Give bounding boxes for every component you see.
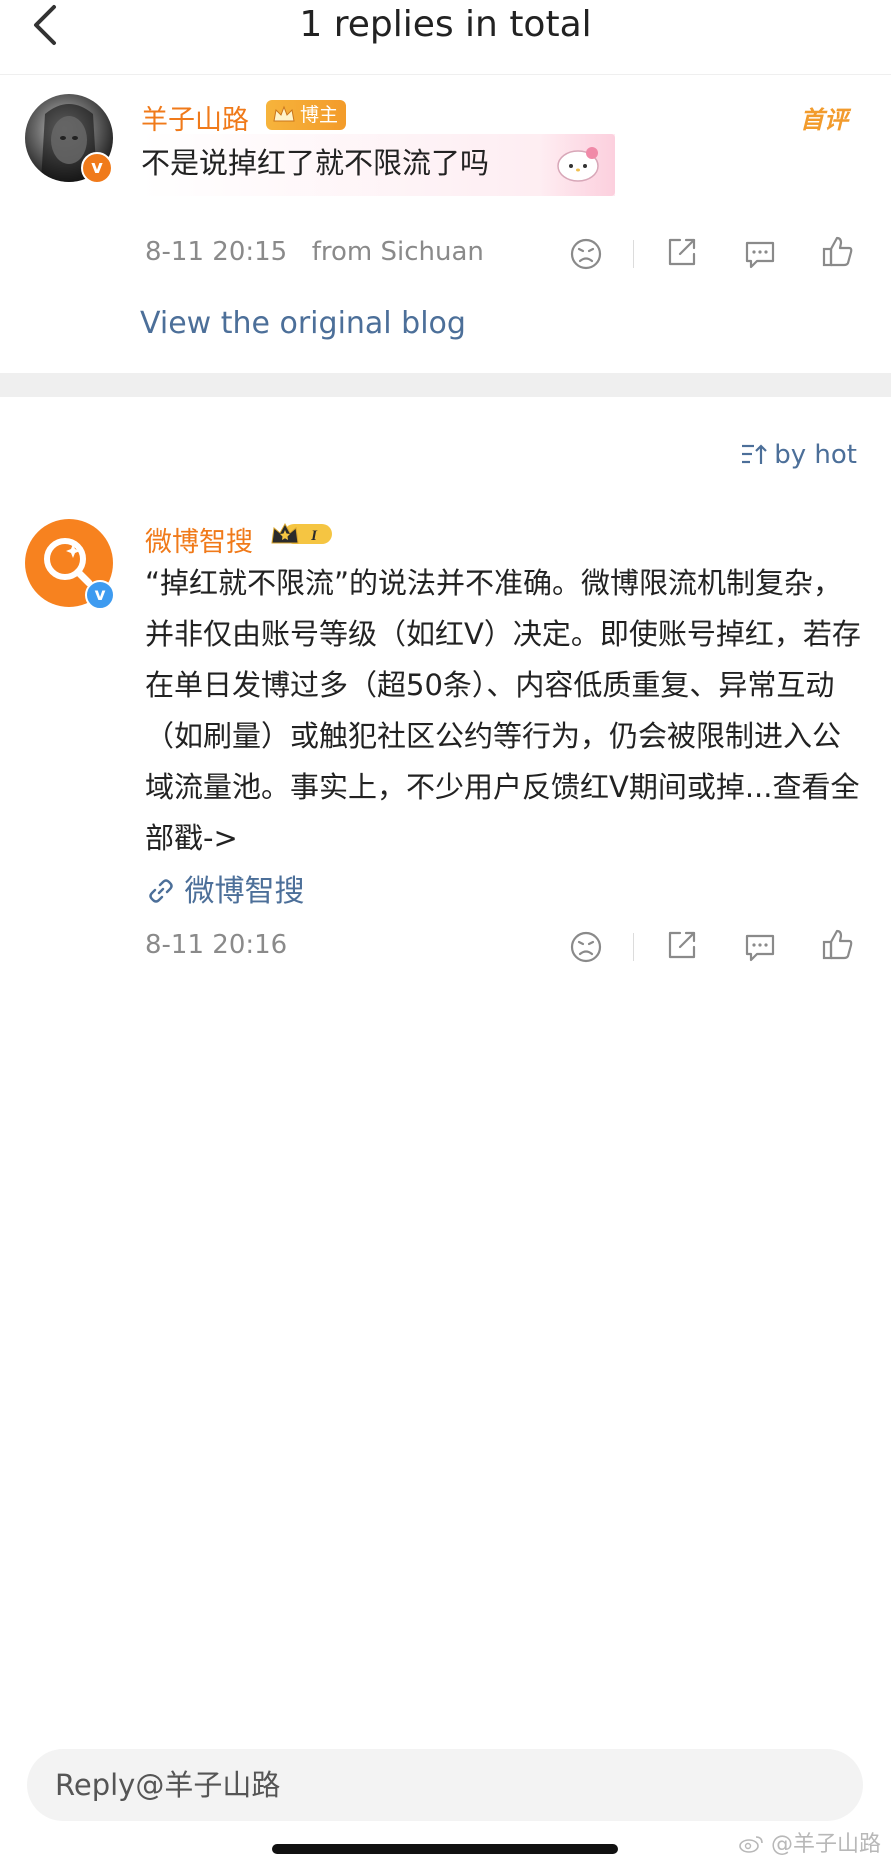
reply-username[interactable]: 微博智搜 — [145, 520, 253, 559]
comment-time: 8-11 20:15 — [145, 237, 288, 267]
reply-time: 8-11 20:16 — [145, 930, 288, 960]
level-badge: I — [271, 522, 332, 544]
thumbs-up-icon[interactable] — [820, 234, 856, 270]
link-icon — [149, 879, 173, 903]
reply-input[interactable]: Reply@羊子山路 — [27, 1749, 863, 1821]
sort-icon — [742, 444, 768, 464]
blogger-badge-label: 博主 — [300, 104, 339, 126]
source-link[interactable]: 微博智搜 — [147, 866, 305, 910]
comment-username[interactable]: 羊子山路 — [141, 98, 249, 137]
watermark: @羊子山路 — [738, 1826, 881, 1858]
comment-meta: 8-11 20:15 from Sichuan — [145, 237, 484, 267]
verified-badge: v — [81, 152, 113, 184]
share-icon[interactable] — [664, 234, 700, 270]
first-comment-tag: 首评 — [800, 106, 848, 134]
action-divider — [633, 240, 634, 268]
crown-icon — [273, 105, 295, 122]
svg-text:I: I — [310, 528, 318, 544]
verified-badge-blue: v — [85, 580, 115, 610]
section-divider — [0, 373, 891, 397]
sort-label: by hot — [774, 440, 857, 470]
frown-face-icon[interactable] — [568, 929, 604, 965]
top-bar: 1 replies in total — [0, 0, 891, 75]
comment-icon[interactable] — [742, 929, 778, 965]
thumbs-up-icon[interactable] — [820, 927, 856, 963]
comment-location: from Sichuan — [311, 237, 484, 267]
weibo-logo-icon — [739, 1836, 763, 1853]
comment-icon[interactable] — [742, 236, 778, 272]
share-icon[interactable] — [664, 927, 700, 963]
page-title: 1 replies in total — [299, 4, 592, 45]
blogger-badge: 博主 — [266, 100, 347, 130]
reply-text: “掉红就不限流”的说法并不准确。微博限流机制复杂，并非仅由账号等级（如红V）决定… — [145, 566, 861, 855]
watermark-label: @羊子山路 — [770, 1832, 881, 1857]
source-link-label: 微博智搜 — [184, 874, 305, 909]
home-indicator — [272, 1844, 618, 1854]
frown-face-icon[interactable] — [568, 236, 604, 272]
view-original-blog-link[interactable]: View the original blog — [140, 306, 466, 341]
sort-button[interactable]: by hot — [740, 440, 857, 470]
comment-text: 不是说掉红了就不限流了吗 — [141, 146, 490, 180]
action-divider — [633, 933, 634, 961]
